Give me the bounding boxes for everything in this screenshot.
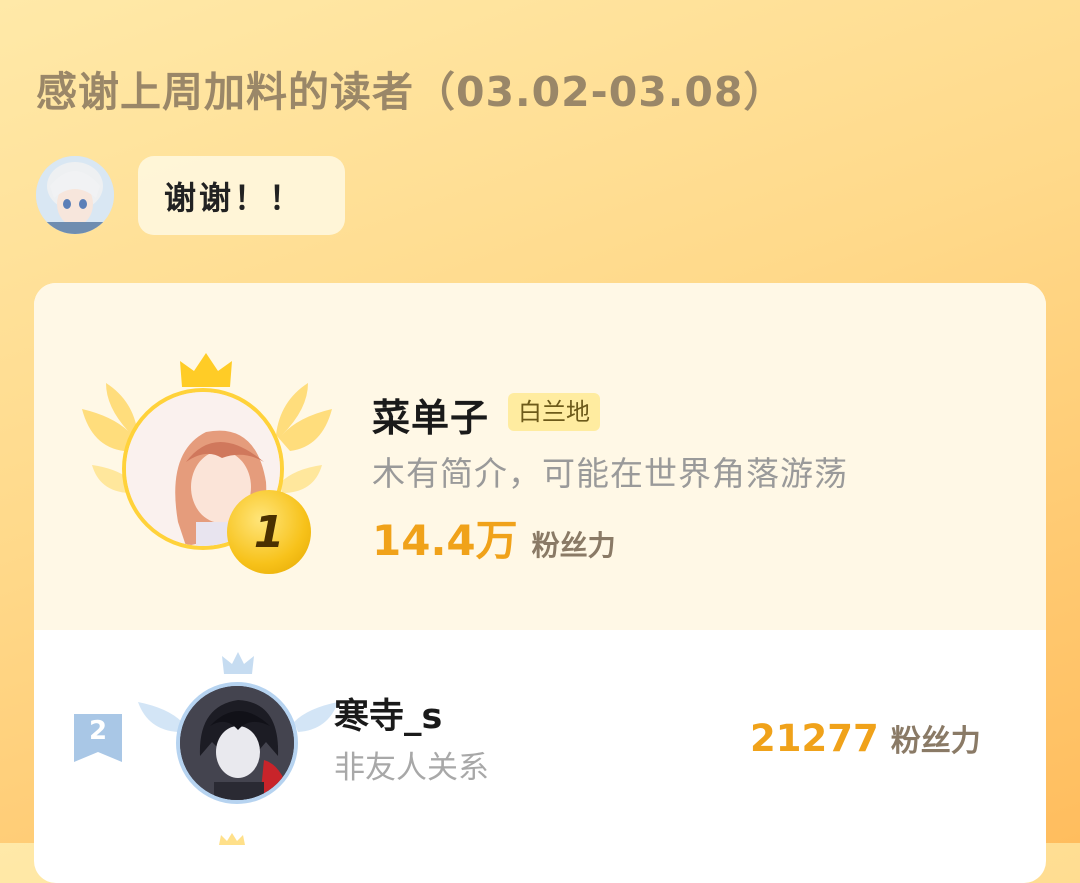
rank-1-bio: 木有简介，可能在世界角落游荡 xyxy=(372,454,848,493)
crown-icon xyxy=(180,353,232,387)
top-reader-section: 1 菜单子 白兰地 木有简介，可能在世界角落游荡 14.4万 粉丝力 xyxy=(34,283,1046,630)
rank-1-medal: 1 xyxy=(227,490,311,574)
rank-2-number: 2 xyxy=(88,716,108,746)
rank-1-fans-label: 粉丝力 xyxy=(531,529,616,562)
rank-2-fans: 21277 粉丝力 xyxy=(750,716,981,760)
rank-2-relationship: 非友人关系 xyxy=(334,750,489,786)
rank-1-avatar-frame: 1 xyxy=(82,343,332,583)
rank-2-avatar[interactable] xyxy=(176,682,298,804)
rank-2-name[interactable]: 寒寺_s xyxy=(334,688,442,739)
message-bubble: 谢谢！！ xyxy=(138,156,345,235)
message-text: 谢谢！！ xyxy=(164,178,305,217)
rank-2-fans-label: 粉丝力 xyxy=(890,724,981,759)
rank-1-fans: 14.4万 粉丝力 xyxy=(372,507,616,568)
rank-1-name[interactable]: 菜单子 xyxy=(372,387,489,442)
rank-1-fans-value: 14.4万 xyxy=(372,516,518,565)
rank-1-tag: 白兰地 xyxy=(508,393,600,431)
leaderboard-card: 1 菜单子 白兰地 木有简介，可能在世界角落游荡 14.4万 粉丝力 2 寒寺_… xyxy=(34,283,1046,883)
list-item[interactable]: 2 寒寺_s 非友人关系 21277 粉丝力 xyxy=(34,630,1046,830)
rank-1-number: 1 xyxy=(253,506,285,558)
rank-2-fans-value: 21277 xyxy=(750,717,879,760)
author-avatar[interactable] xyxy=(36,156,114,234)
crown-icon xyxy=(219,833,245,845)
page-title: 感谢上周加料的读者（03.02-03.08） xyxy=(36,68,786,116)
